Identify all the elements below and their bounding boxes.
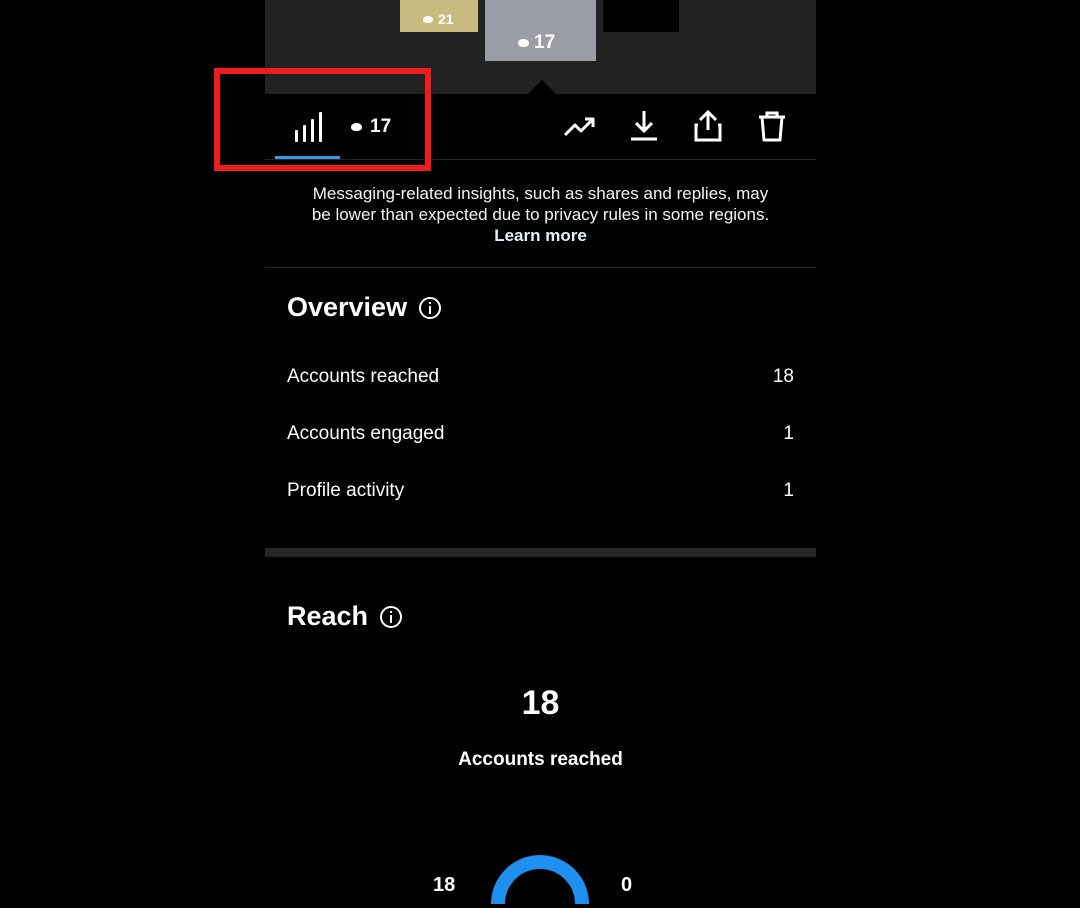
eye-icon	[423, 15, 433, 23]
metric-row[interactable]: Accounts engaged 1	[287, 423, 794, 445]
reach-header: Reach	[287, 601, 403, 632]
download-icon[interactable]	[626, 108, 662, 144]
annotation-highlight-box	[214, 68, 431, 171]
metric-value: 1	[783, 480, 794, 501]
section-divider	[265, 548, 816, 557]
metric-label: Accounts engaged	[287, 423, 445, 444]
donut-right-value: 0	[621, 874, 633, 896]
reach-total-label: Accounts reached	[458, 749, 623, 770]
thumbnail-view-count: 17	[518, 32, 555, 54]
metric-value: 1	[783, 423, 794, 444]
info-icon[interactable]	[419, 296, 442, 319]
metric-value: 18	[772, 366, 794, 387]
metric-row[interactable]: Accounts reached 18	[287, 366, 794, 388]
reach-donut-chart	[491, 855, 589, 905]
story-thumbnail-selected[interactable]: 17	[485, 0, 596, 61]
share-icon[interactable]	[690, 108, 726, 144]
trash-icon[interactable]	[754, 108, 790, 144]
reach-title: Reach	[287, 601, 369, 631]
metric-row[interactable]: Profile activity 1	[287, 480, 794, 502]
donut-left-value: 18	[433, 874, 456, 896]
learn-more-link[interactable]: Learn more	[494, 226, 587, 245]
overview-header: Overview	[287, 292, 442, 323]
info-icon[interactable]	[380, 605, 403, 628]
story-thumbnail[interactable]	[603, 0, 679, 32]
overview-title: Overview	[287, 292, 408, 322]
metric-label: Accounts reached	[287, 366, 440, 387]
story-thumbnail[interactable]: 21	[400, 0, 478, 32]
privacy-notice-text: Messaging-related insights, such as shar…	[311, 184, 770, 224]
reach-total: 18	[521, 684, 560, 722]
donut-arc	[491, 855, 589, 905]
thumbnail-view-count: 21	[423, 11, 454, 27]
eye-icon	[518, 39, 529, 47]
trending-up-icon[interactable]	[562, 108, 598, 144]
privacy-notice: Messaging-related insights, such as shar…	[265, 159, 816, 268]
thumbnail-views-value: 17	[534, 32, 556, 53]
metric-label: Profile activity	[287, 480, 405, 501]
thumbnail-views-value: 21	[438, 11, 454, 27]
selected-thumbnail-caret	[528, 80, 556, 94]
